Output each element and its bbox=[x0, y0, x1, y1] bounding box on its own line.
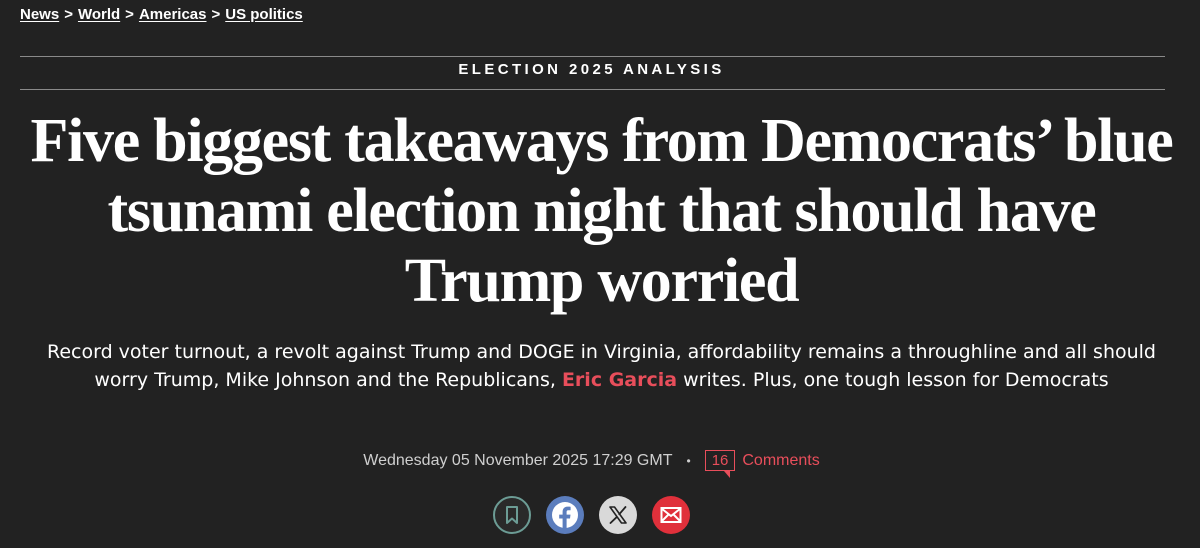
section-label: ELECTION 2025 ANALYSIS bbox=[458, 61, 725, 78]
article-header: News > World > Americas > US politics EL… bbox=[0, 0, 1200, 548]
standfirst-text-end: writes. Plus, one tough lesson for Democ… bbox=[677, 369, 1109, 391]
breadcrumb-separator: > bbox=[125, 6, 134, 23]
author-link[interactable]: Eric Garcia bbox=[562, 369, 677, 391]
comments-link[interactable]: 16 Comments bbox=[704, 450, 820, 478]
breadcrumb-world[interactable]: World bbox=[78, 6, 120, 23]
breadcrumb-us-politics[interactable]: US politics bbox=[225, 6, 303, 23]
bookmark-button[interactable] bbox=[493, 496, 531, 534]
publish-date: Wednesday 05 November 2025 17:29 GMT bbox=[363, 451, 673, 469]
headline: Five biggest takeaways from Democrats’ b… bbox=[30, 107, 1174, 315]
email-icon bbox=[660, 507, 682, 523]
facebook-icon bbox=[552, 502, 578, 529]
divider-top bbox=[20, 56, 1165, 57]
comment-count-badge: 16 bbox=[704, 450, 736, 478]
standfirst: Record voter turnout, a revolt against T… bbox=[20, 338, 1183, 394]
bookmark-icon bbox=[506, 506, 518, 524]
email-share-button[interactable] bbox=[652, 496, 690, 534]
breadcrumb-separator: > bbox=[64, 6, 73, 23]
comments-label: Comments bbox=[742, 451, 820, 469]
breadcrumb-news[interactable]: News bbox=[20, 6, 59, 23]
x-share-button[interactable] bbox=[599, 496, 637, 534]
breadcrumb-separator: > bbox=[211, 6, 221, 23]
breadcrumb: News > World > Americas > US politics bbox=[20, 6, 303, 23]
facebook-share-button[interactable] bbox=[546, 496, 584, 534]
x-icon bbox=[609, 506, 627, 524]
share-bar bbox=[0, 496, 1183, 534]
article-meta: Wednesday 05 November 2025 17:29 GMT • 1… bbox=[0, 450, 1183, 478]
breadcrumb-americas[interactable]: Americas bbox=[139, 6, 207, 23]
divider-bottom bbox=[20, 89, 1165, 90]
meta-separator: • bbox=[686, 453, 691, 468]
